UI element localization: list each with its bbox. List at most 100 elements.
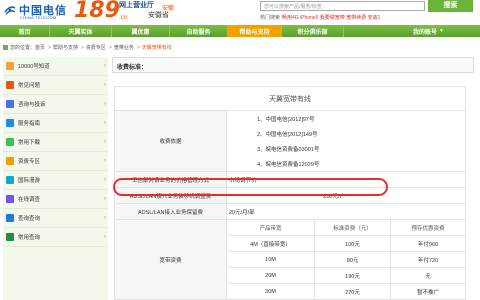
install-fee-value: 200元/户	[226, 187, 466, 204]
home-icon	[3, 45, 8, 50]
table-cell: 暂不推广	[390, 283, 466, 300]
sidebar-item-common-query[interactable]: 常用查询 ›	[3, 228, 108, 247]
main-content: 收费标准： 天翼宽带有线 收费依据 1、中国电信[2012]97号 2、中国电信…	[112, 57, 474, 300]
chevron-right-icon: ›	[104, 63, 106, 69]
hot-search-links[interactable]: 畅用4G iPhone5 我要做宽带 宽带续费 安装1	[282, 14, 380, 21]
table-cell: 270元	[314, 283, 391, 300]
sidebar-item-label: 常见问题	[18, 83, 41, 89]
faq-icon	[6, 81, 14, 89]
mgmt-label: 工信部对该业务的价格管理方式	[114, 171, 227, 188]
logo-text-en: CHINA TELECOM	[20, 15, 57, 20]
logo-suffix: .cn	[119, 15, 128, 21]
logo-189[interactable]: 189	[74, 0, 120, 23]
sidebar-item-10000[interactable]: 10000号知道 ›	[3, 57, 108, 76]
table-cell: 80元	[314, 251, 391, 268]
chevron-right-icon: ›	[104, 101, 106, 107]
main-nav: 首页 天翼实体 翼优惠 自助服务 帮助与支持 积分俱乐部 我的账号 ▼	[0, 25, 480, 37]
breadcrumb-item[interactable]: 帮助与支持	[53, 44, 78, 51]
sidebar-item-label: 服务指南	[18, 121, 41, 127]
chevron-right-icon: ›	[104, 177, 106, 183]
sidebar-item-faq[interactable]: 常见问题 ›	[3, 76, 108, 95]
breadcrumb: 您的位置：首页 > 帮助与支持 > 资费专区 > 宽带业务 > 天翼宽带有线	[3, 43, 473, 52]
breadcrumb-separator: >	[108, 44, 112, 51]
tariff-table-wrap: 天翼宽带有线 收费依据 1、中国电信[2012]97号 2、中国电信[2012]…	[114, 86, 474, 300]
nav-self-service[interactable]: 自助服务	[170, 25, 228, 37]
broadband-fee-label: 宽带资费	[114, 219, 227, 300]
keep-fee-label: ADSL/LAN接入业务保留费	[114, 203, 227, 220]
breadcrumb-item[interactable]: 宽带业务	[114, 44, 134, 51]
tariff-table: 天翼宽带有线 收费依据 1、中国电信[2012]97号 2、中国电信[2012]…	[114, 86, 466, 300]
list-item: 4、皖电信资费备12029号	[257, 161, 320, 168]
table-cell: 20M	[226, 267, 315, 284]
breadcrumb-item[interactable]: 您的位置：首页	[10, 44, 45, 51]
basis-label: 收费依据	[114, 110, 227, 172]
query-icon	[6, 233, 14, 241]
sidebar-item-survey[interactable]: 在线调查 ›	[3, 190, 108, 209]
sidebar-item-service-guide[interactable]: 服务指南 ›	[3, 114, 108, 133]
search-input[interactable]: 您可以搜索产品/服务/标签	[260, 1, 425, 11]
sidebar-item-roaming[interactable]: 国际漫游 ›	[3, 171, 108, 190]
survey-icon	[6, 195, 14, 203]
mgmt-value: 市场调节价	[226, 171, 466, 188]
chevron-right-icon: ›	[104, 234, 106, 240]
nav-promotions[interactable]: 翼优惠	[112, 25, 170, 37]
globe-icon	[6, 176, 14, 184]
table-title: 天翼宽带有线	[114, 86, 466, 111]
sidebar-item-label: 在线调查	[18, 197, 41, 203]
sidebar: 10000号知道 › 常见问题 › 咨询与投诉 › 服务指南 › 常用下载 › …	[3, 57, 108, 300]
page-head: 收费标准：	[112, 57, 474, 73]
table-cell: 190元	[314, 267, 391, 284]
chevron-right-icon: ›	[104, 82, 106, 88]
nav-points-club[interactable]: 积分俱乐部	[282, 25, 344, 37]
basis-list: 1、中国电信[2012]97号 2、中国电信[2012]149号 3、皖电信资费…	[226, 110, 466, 172]
site-slogan: 网上营业厅	[119, 2, 154, 9]
sidebar-item-downloads[interactable]: 常用下载 ›	[3, 133, 108, 152]
download-icon	[6, 138, 14, 146]
nav-tianyi[interactable]: 天翼实体	[50, 25, 112, 37]
chevron-right-icon: ›	[104, 120, 106, 126]
breadcrumb-separator: >	[48, 44, 51, 51]
column-header: 产品带宽	[226, 219, 315, 236]
sidebar-item-label: 咨询与投诉	[18, 102, 46, 108]
chevron-right-icon: ›	[104, 139, 106, 145]
sidebar-item-complaints[interactable]: 咨询与投诉 ›	[3, 95, 108, 114]
column-header: 预存优惠资费	[390, 219, 466, 236]
site-header: 中国电信 CHINA TELECOM 189 网上营业厅 安徽 .cn 安徽省 …	[0, 0, 480, 25]
page-title: 收费标准：	[117, 65, 148, 71]
table-cell: 10M	[226, 251, 315, 268]
guide-icon	[6, 119, 14, 127]
chevron-right-icon: ›	[104, 215, 106, 221]
list-item: 2、中国电信[2012]149号	[257, 131, 318, 138]
sidebar-item-query[interactable]: 查询查询 ›	[3, 209, 108, 228]
table-cell: 4M（直接带宽）	[226, 235, 315, 252]
complaint-icon	[6, 100, 14, 108]
china-telecom-logo-icon[interactable]	[3, 3, 17, 17]
chevron-right-icon: ›	[104, 196, 106, 202]
sidebar-item-tariffs[interactable]: 资费专区 ›	[3, 152, 108, 171]
breadcrumb-separator: >	[80, 44, 84, 51]
sidebar-item-label: 10000号知道	[18, 64, 50, 70]
breadcrumb-item[interactable]: 资费专区	[86, 44, 106, 51]
list-item: 3、皖电信资费备03001号	[257, 146, 320, 153]
keep-fee-value: 20元/月/部	[226, 203, 466, 220]
sidebar-item-label: 常用查询	[18, 235, 41, 241]
breadcrumb-separator: >	[136, 44, 140, 51]
breadcrumb-current: 天翼宽带有线	[141, 45, 172, 51]
province-selector[interactable]: 安徽省	[148, 10, 169, 20]
chevron-right-icon: ›	[104, 158, 106, 164]
search-button[interactable]: 搜索	[428, 0, 473, 12]
install-fee-label: ADSL/LAN接入业务装移机调整费	[114, 187, 227, 204]
nav-my-account[interactable]: 我的账号 ▼	[344, 25, 480, 37]
tariff-icon	[6, 157, 14, 165]
my-account-label: 我的账号	[413, 29, 438, 36]
nav-help-support[interactable]: 帮助与支持	[228, 25, 282, 37]
nav-home[interactable]: 首页	[0, 25, 50, 37]
sidebar-item-label: 常用下载	[18, 140, 41, 146]
sidebar-item-label: 资费专区	[18, 159, 41, 165]
table-cell: 30M	[226, 283, 315, 300]
info-icon	[6, 62, 14, 70]
table-cell: 100元	[314, 235, 391, 252]
table-cell: 无	[390, 267, 466, 284]
list-item: 1、中国电信[2012]97号	[257, 116, 315, 123]
table-cell: 年付720	[390, 251, 466, 268]
